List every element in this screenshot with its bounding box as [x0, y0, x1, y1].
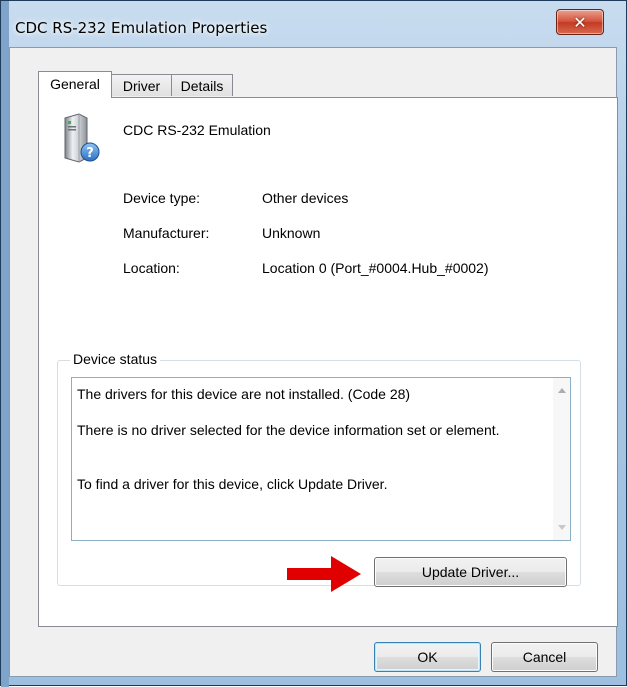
window-edge	[1, 1, 9, 687]
manufacturer-label: Manufacturer:	[123, 225, 210, 241]
unknown-device-icon: ?	[57, 112, 103, 164]
device-status-legend: Device status	[70, 351, 161, 367]
status-line: The drivers for this device are not inst…	[77, 386, 411, 402]
update-driver-button[interactable]: Update Driver...	[374, 557, 567, 587]
scroll-up-arrow-icon[interactable]	[558, 388, 566, 393]
general-tab-panel: ? CDC RS-232 Emulation Device type: Othe…	[38, 97, 618, 627]
location-value: Location 0 (Port_#0004.Hub_#0002)	[262, 260, 489, 276]
status-line: To find a driver for this device, click …	[77, 476, 388, 492]
device-status-text: The drivers for this device are not inst…	[77, 385, 537, 493]
manufacturer-value: Unknown	[262, 225, 321, 241]
dialog-client-area: General Driver Details ? CDC RS-232 Emul…	[9, 47, 618, 677]
properties-window: CDC RS-232 Emulation Properties ✕ Genera…	[0, 0, 627, 687]
window-title: CDC RS-232 Emulation Properties	[15, 19, 268, 37]
ok-button[interactable]: OK	[374, 642, 481, 672]
scroll-down-arrow-icon[interactable]	[558, 525, 566, 530]
tab-driver[interactable]: Driver	[111, 74, 172, 96]
tab-general[interactable]: General	[38, 71, 112, 98]
location-label: Location:	[123, 260, 180, 276]
cancel-button[interactable]: Cancel	[491, 642, 598, 672]
device-status-textbox[interactable]: The drivers for this device are not inst…	[71, 377, 571, 541]
device-status-group: Device status The drivers for this devic…	[57, 351, 581, 587]
status-line: There is no driver selected for the devi…	[77, 422, 500, 438]
svg-text:?: ?	[86, 146, 94, 161]
close-icon: ✕	[573, 12, 587, 32]
device-type-value: Other devices	[262, 190, 349, 206]
device-name: CDC RS-232 Emulation	[123, 122, 271, 138]
tab-details[interactable]: Details	[171, 74, 233, 96]
red-arrow-icon	[287, 556, 361, 592]
status-scrollbar[interactable]	[553, 378, 570, 540]
close-button[interactable]: ✕	[556, 9, 604, 35]
device-type-label: Device type:	[123, 190, 201, 206]
title-bar[interactable]: CDC RS-232 Emulation Properties ✕	[9, 1, 618, 47]
